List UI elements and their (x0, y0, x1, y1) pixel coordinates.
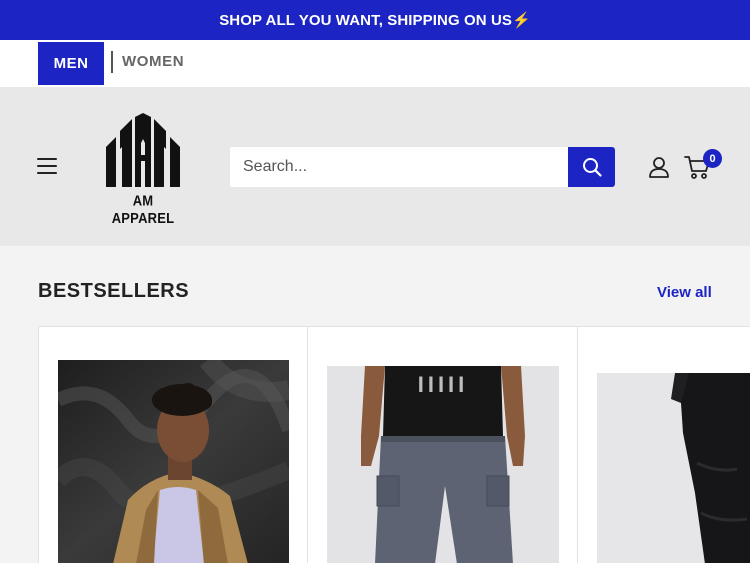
product-image[interactable] (58, 360, 289, 563)
product-image[interactable]: IIIII (327, 366, 559, 563)
search-icon (582, 158, 602, 177)
bestsellers-title: BESTSELLERS (38, 280, 190, 302)
view-all-link[interactable]: View all (657, 284, 712, 301)
product-card[interactable]: IIIII (308, 327, 578, 563)
product-grid: IIIII (38, 326, 750, 563)
gender-tab-men[interactable]: MEN (38, 42, 104, 85)
man-in-tan-jacket-photo (58, 360, 289, 563)
product-image[interactable] (597, 373, 750, 563)
product-card[interactable] (578, 327, 750, 563)
menu-icon[interactable] (37, 158, 57, 174)
cart-count-badge: 0 (703, 149, 722, 168)
announcement-text: SHOP ALL YOU WANT, SHIPPING ON US⚡ (219, 12, 531, 29)
search-button[interactable] (568, 147, 615, 187)
search-input[interactable] (230, 147, 569, 187)
grey-cargo-pants-photo: IIIII (327, 366, 559, 563)
gender-nav: MEN WOMEN (0, 40, 750, 87)
logo-text: AM APPAREL (111, 191, 175, 227)
site-header: AM APPAREL 0 (0, 87, 750, 246)
gender-divider (111, 51, 113, 73)
product-card[interactable] (39, 327, 308, 563)
announcement-bar: SHOP ALL YOU WANT, SHIPPING ON US⚡ (0, 0, 750, 40)
svg-text:IIIII: IIIII (418, 372, 469, 397)
account-icon[interactable] (648, 156, 670, 178)
gender-tab-women[interactable]: WOMEN (122, 53, 184, 70)
black-joggers-photo (597, 373, 750, 563)
brand-logo[interactable]: AM APPAREL (100, 113, 186, 226)
logo-mark-icon (106, 113, 180, 187)
